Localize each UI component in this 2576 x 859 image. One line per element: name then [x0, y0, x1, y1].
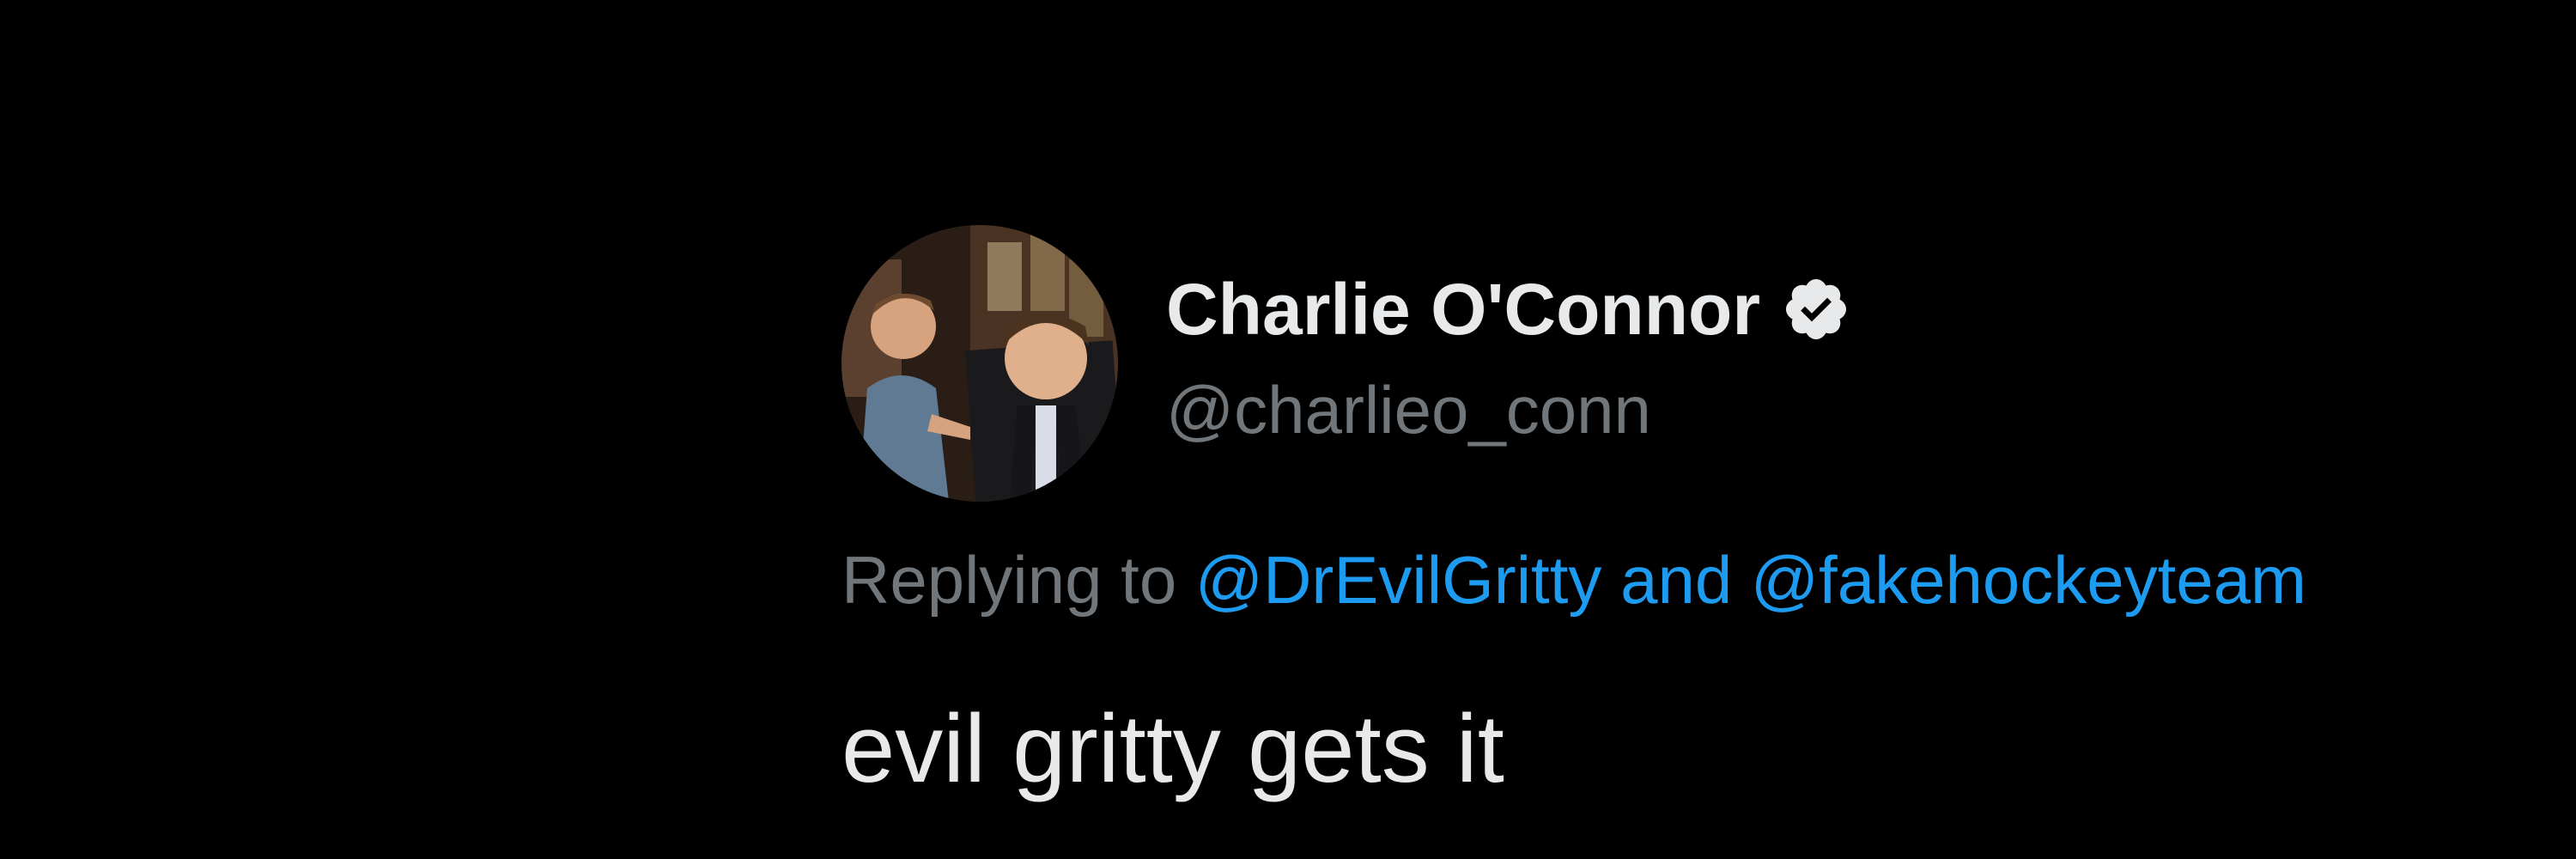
avatar[interactable] [841, 225, 1118, 502]
replying-to-label: Replying to [841, 542, 1177, 618]
author-handle[interactable]: @charlieo_conn [1166, 376, 1651, 443]
verified-badge-icon [1781, 274, 1851, 344]
replying-to-line: Replying to @DrEvilGritty and @fakehocke… [841, 546, 2306, 613]
mention-conjunction: and [1620, 542, 1733, 618]
tweet: Charlie O'Connor @charlieo_conn Replying… [841, 222, 2576, 859]
mention-link-fakehockeyteam[interactable]: @fakehockeyteam [1751, 542, 2306, 618]
avatar-photo-icon [841, 225, 1118, 502]
mention-link-drevilgritty[interactable]: @DrEvilGritty [1195, 542, 1601, 618]
tweet-body-text: evil gritty gets it [841, 695, 1504, 802]
author-name-row[interactable]: Charlie O'Connor [1166, 273, 1851, 345]
author-display-name[interactable]: Charlie O'Connor [1166, 273, 1760, 345]
